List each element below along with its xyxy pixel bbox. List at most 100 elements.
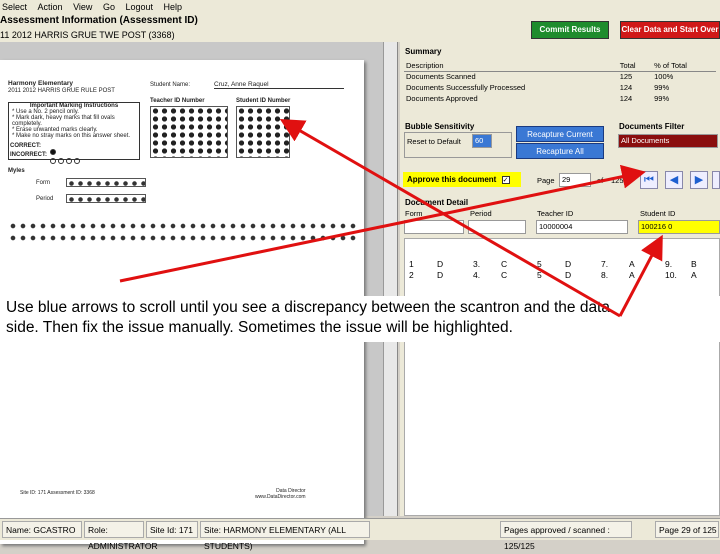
answer-cell[interactable]: D: [437, 270, 443, 280]
answer-cell[interactable]: A: [629, 259, 635, 269]
last-page-arrow-icon[interactable]: [712, 171, 720, 189]
status-site: Site: HARMONY ELEMENTARY (ALL STUDENTS): [200, 521, 370, 551]
answer-cell[interactable]: D: [565, 259, 571, 269]
page-label: Page: [537, 176, 555, 185]
next-page-arrow-icon[interactable]: ▶: [690, 171, 708, 189]
menu-view[interactable]: View: [73, 2, 92, 12]
detail-teacher-id-input[interactable]: 10000004: [536, 220, 628, 234]
detail-teacher-id-label: Teacher ID: [537, 209, 574, 218]
clear-data-button[interactable]: Clear Data and Start Over: [620, 21, 720, 39]
summary-cell: 99%: [654, 83, 670, 92]
menu-action[interactable]: Action: [38, 2, 63, 12]
scan-footer-right: Data Director www.DataDirector.com: [255, 488, 306, 500]
q-num: 1: [409, 259, 414, 269]
correct-label: CORRECT:: [10, 143, 41, 149]
detail-period-input[interactable]: [468, 220, 526, 234]
previous-page-arrow-icon[interactable]: ◀: [665, 171, 683, 189]
menu-go[interactable]: Go: [103, 2, 115, 12]
assessment-name: 11 2012 HARRIS GRUE TWE POST (3368): [0, 28, 400, 42]
q-num: 9.: [665, 259, 673, 269]
sensitivity-value[interactable]: 60: [472, 134, 492, 148]
scan-scrollbar[interactable]: [383, 42, 397, 516]
summary-cell: Documents Approved: [406, 94, 478, 103]
scan-student-name: Cruz, Anne Raquel: [214, 81, 344, 89]
q-num: 8.: [601, 270, 609, 280]
recapture-all-button[interactable]: Recapture All: [516, 143, 604, 159]
instruction-2: * Mark dark, heavy marks that fill ovals…: [12, 115, 115, 127]
answers-grid: 1 D 3. C 5 D 7. A 9. B 2 D 4. C 5 D 8. A…: [404, 238, 720, 516]
scan-student-name-label: Student Name:: [150, 82, 191, 88]
teacher-id-bubble-grid: [150, 106, 228, 158]
bubble-sensitivity-title: Bubble Sensitivity: [405, 122, 475, 131]
scan-school: Harmony Elementary: [8, 80, 74, 87]
summary-title: Summary: [405, 47, 442, 56]
window-title: Assessment Information (Assessment ID): [0, 14, 400, 28]
answer-cell[interactable]: A: [691, 270, 697, 280]
detail-form-label: Form: [405, 209, 423, 218]
incorrect-label: INCORRECT:: [10, 152, 47, 158]
period-bubbles: [66, 194, 146, 203]
instruction-annotation: Use blue arrows to scroll until you see …: [0, 296, 720, 342]
summary-row: Documents Scanned 125 100%: [404, 71, 716, 82]
menu-help[interactable]: Help: [164, 2, 183, 12]
q-num: 3.: [473, 259, 481, 269]
summary-header-row: Description Total % of Total: [404, 60, 716, 72]
summary-header-description: Description: [404, 60, 618, 72]
answer-cell[interactable]: A: [629, 270, 635, 280]
page-number-input[interactable]: 29: [559, 173, 591, 187]
summary-cell: 124: [619, 83, 633, 92]
of-label: of: [597, 176, 604, 185]
summary-header-total: Total: [617, 60, 653, 72]
scan-pane: Harmony Elementary 2011 2012 HARRIS GRUE…: [0, 42, 398, 544]
answer-bubble-rows: [8, 220, 358, 246]
summary-cell: 124: [619, 94, 633, 103]
first-page-arrow-icon[interactable]: ⏮: [640, 171, 658, 189]
answer-cell[interactable]: B: [691, 259, 697, 269]
answer-cell[interactable]: D: [437, 259, 443, 269]
scan-school-sub: 2011 2012 HARRIS GRUE RULE POST: [8, 88, 115, 94]
detail-form-input[interactable]: [404, 220, 464, 234]
recapture-current-button[interactable]: Recapture Current: [516, 126, 604, 142]
q-num: 2: [409, 270, 414, 280]
instruction-4: * Make no stray marks on this answer she…: [12, 133, 131, 139]
q-num: 10.: [665, 270, 677, 280]
answer-cell[interactable]: D: [565, 270, 571, 280]
document-detail-title: Document Detail: [405, 198, 469, 207]
status-bar: Name: GCASTRO Role: ADMINISTRATOR Site I…: [0, 518, 720, 551]
answer-cell[interactable]: C: [501, 259, 507, 269]
summary-row: Documents Approved 124 99%: [404, 93, 716, 104]
summary-header-percent: % of Total: [652, 60, 716, 72]
summary-cell: 125: [619, 72, 633, 82]
reset-default-link[interactable]: Reset to Default: [407, 137, 461, 146]
incorrect-bubble-examples: [50, 151, 82, 169]
status-role: Role: ADMINISTRATOR: [84, 521, 158, 551]
scan-footer-left: Site ID: 171 Assessment ID: 3368: [20, 490, 95, 496]
status-pages-approved: Pages approved / scanned : 125/125: [500, 521, 632, 551]
approve-label: Approve this document: [407, 175, 497, 184]
myles-label: Myles: [8, 168, 25, 174]
q-num: 5: [537, 270, 542, 280]
form-bubbles: [66, 178, 146, 187]
menu-logout[interactable]: Logout: [125, 2, 153, 12]
summary-cell: 99%: [654, 94, 670, 103]
documents-filter-select[interactable]: All Documents: [618, 134, 718, 148]
status-site-id: Site Id: 171: [146, 521, 198, 538]
status-page-of: Page 29 of 125: [655, 521, 719, 538]
documents-filter-title: Documents Filter: [619, 122, 685, 131]
detail-student-id-label: Student ID: [640, 209, 676, 218]
student-id-bubble-grid: [236, 106, 290, 158]
answer-row: 2 D 4. C 5 D 8. A 10. A: [405, 270, 720, 282]
approve-document-checkbox[interactable]: Approve this document ✓: [403, 172, 521, 187]
menu-select[interactable]: Select: [2, 2, 27, 12]
summary-row: Documents Successfully Processed 124 99%: [404, 82, 716, 93]
annotation-line-2: side. Then fix the issue manually. Somet…: [6, 319, 513, 336]
summary-cell: 100%: [654, 72, 674, 82]
detail-period-label: Period: [470, 209, 492, 218]
commit-results-button[interactable]: Commit Results: [531, 21, 609, 39]
detail-student-id-input[interactable]: 100216 0: [638, 220, 720, 234]
scan-teacher-id-label: Teacher ID Number: [150, 98, 205, 104]
answer-cell[interactable]: C: [501, 270, 507, 280]
scan-period-label: Period: [36, 196, 54, 202]
annotation-line-1: Use blue arrows to scroll until you see …: [6, 299, 610, 316]
summary-table: Description Total % of Total Documents S…: [404, 60, 716, 104]
